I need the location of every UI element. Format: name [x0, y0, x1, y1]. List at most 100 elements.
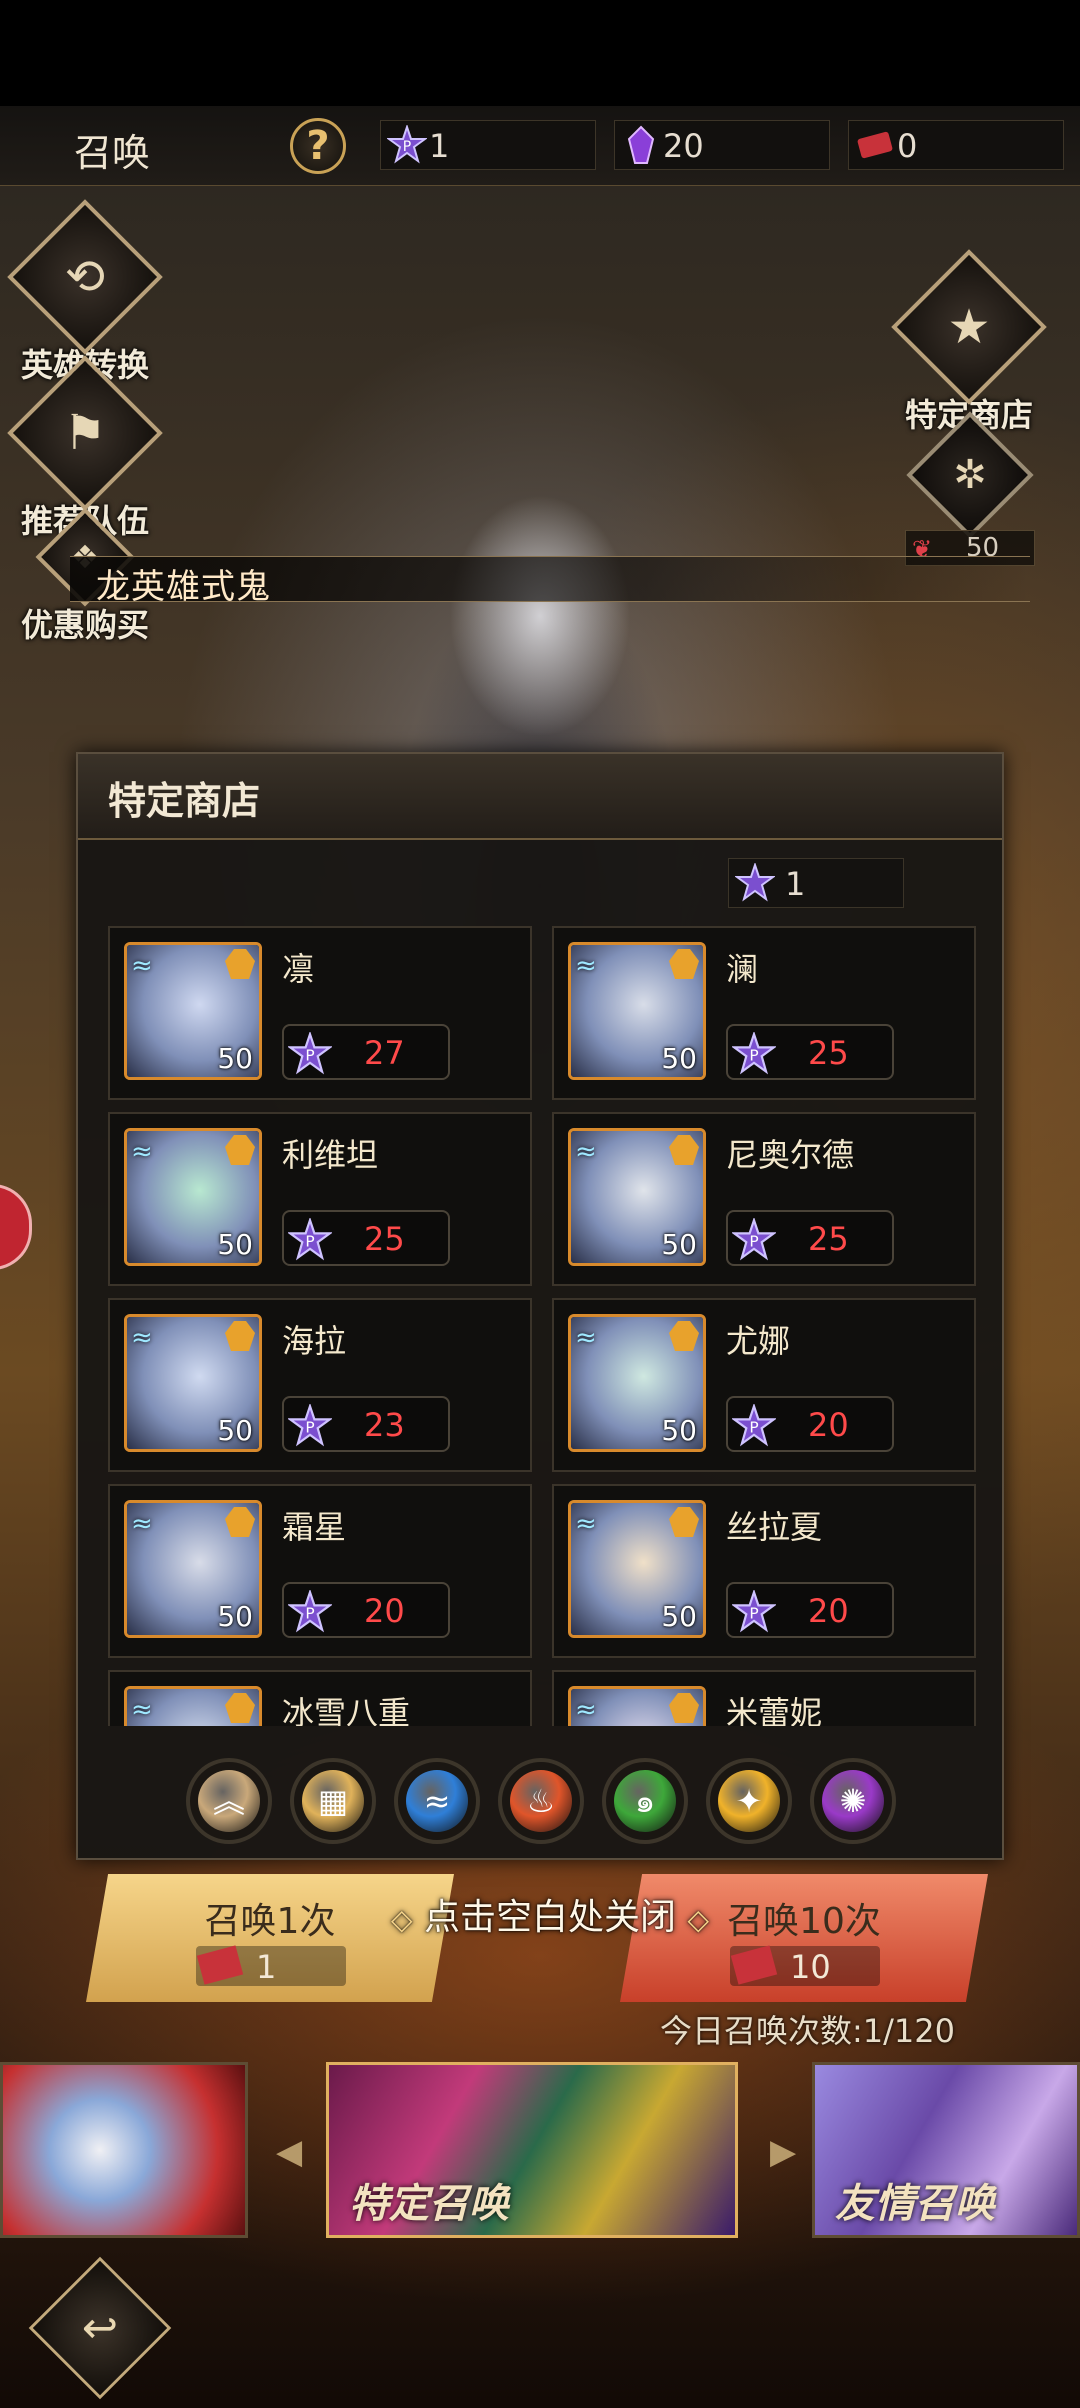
help-button[interactable]: ? — [290, 118, 346, 174]
hero-shop-item[interactable]: ≈50 霜星 P 20 — [108, 1484, 532, 1658]
wind-filter-button[interactable]: ๑ — [602, 1758, 688, 1844]
hero-name: 尼奥尔德 — [726, 1136, 855, 1174]
card-ticket-button[interactable]: ✲ ❦ 50 — [905, 411, 1035, 570]
svg-text:P: P — [305, 1233, 314, 1251]
fire-filter-icon: ♨ — [510, 1770, 572, 1832]
hero-level: 50 — [661, 1228, 697, 1261]
water-element-icon: ≈ — [131, 1137, 153, 1167]
purple-star-coin-icon: P — [732, 1404, 776, 1447]
banner-left[interactable] — [0, 2062, 248, 2238]
hero-price-button[interactable]: P 23 — [282, 1396, 450, 1452]
hero-level: 50 — [661, 1042, 697, 1075]
water-element-icon: ≈ — [131, 1509, 153, 1539]
water-element-icon: ≈ — [575, 1323, 597, 1353]
hero-name: 海拉 — [282, 1322, 347, 1360]
fire-filter-button[interactable]: ♨ — [498, 1758, 584, 1844]
hero-level: 50 — [217, 1228, 253, 1261]
hero-price-value: 25 — [808, 1220, 849, 1258]
element-filter-bar: ︽ ▦ ≈ ♨ ๑ ✦ ✺ — [78, 1758, 1002, 1854]
hero-shop-item[interactable]: ≈50 海拉 P 23 — [108, 1298, 532, 1472]
hero-portrait: ≈ — [568, 1686, 706, 1726]
convert-icon: ⟲ — [7, 199, 163, 355]
hero-shop-item[interactable]: ≈50 尼奥尔德 P 25 — [552, 1112, 976, 1286]
resource-star-coin[interactable]: P 1 — [380, 120, 596, 170]
special-shop-panel: 特定商店 1 ≈50 凛 P 27 ≈50 澜 P 25 ≈50 利维坦 P 25 ≈50 尼奥尔德 P 25… — [76, 752, 1004, 1860]
hero-price-button[interactable]: P 27 — [282, 1024, 450, 1080]
hero-price-value: 25 — [808, 1034, 849, 1072]
banner-friend-summon[interactable]: 友情召唤 — [812, 2062, 1080, 2238]
top-bar: 召唤 ? P 1 20 0 — [0, 106, 1080, 186]
hero-name: 澜 — [726, 950, 759, 988]
hero-portrait: ≈50 — [124, 1314, 262, 1452]
svg-text:P: P — [749, 1605, 758, 1623]
shop-balance: 1 — [728, 858, 904, 908]
purple-star-coin-icon: P — [288, 1032, 332, 1075]
flag-icon: ⚑ — [7, 355, 163, 511]
carousel-left-arrow[interactable]: ◀ — [276, 2132, 302, 2172]
all-filter-button[interactable]: ︽ — [186, 1758, 272, 1844]
hero-shop-item[interactable]: ≈50 澜 P 25 — [552, 926, 976, 1100]
hero-shop-item[interactable]: ≈ 冰雪八重 — [108, 1670, 532, 1726]
shop-title: 特定商店 — [108, 779, 261, 823]
hero-price-button[interactable]: P 25 — [726, 1024, 894, 1080]
purple-star-coin-icon: P — [387, 125, 427, 164]
purple-star-coin-icon: P — [732, 1218, 776, 1261]
purple-star-coin-icon: P — [288, 1218, 332, 1261]
hero-level: 50 — [661, 1600, 697, 1633]
purple-star-coin-icon: P — [732, 1032, 776, 1075]
hero-price-button[interactable]: P 25 — [726, 1210, 894, 1266]
hero-price-value: 25 — [364, 1220, 405, 1258]
hero-name: 利维坦 — [282, 1136, 379, 1174]
ticket-value: 0 — [897, 127, 918, 165]
red-ticket-icon — [730, 1945, 778, 1985]
hero-portrait: ≈ — [124, 1686, 262, 1726]
hero-portrait: ≈50 — [124, 1128, 262, 1266]
grid-filter-icon: ▦ — [302, 1770, 364, 1832]
today-summon-count: 今日召唤次数:1/120 — [660, 2012, 956, 2050]
water-element-icon: ≈ — [575, 1509, 597, 1539]
hero-hair — [420, 466, 660, 786]
dark-filter-button[interactable]: ✺ — [810, 1758, 896, 1844]
svg-text:P: P — [749, 1419, 758, 1437]
light-filter-button[interactable]: ✦ — [706, 1758, 792, 1844]
page-title: 召唤 — [74, 131, 151, 175]
hero-price-button[interactable]: P 20 — [726, 1582, 894, 1638]
grid-filter-button[interactable]: ▦ — [290, 1758, 376, 1844]
water-element-icon: ≈ — [131, 1323, 153, 1353]
water-filter-button[interactable]: ≈ — [394, 1758, 480, 1844]
hero-shop-item[interactable]: ≈ 米蕾妮 — [552, 1670, 976, 1726]
shop-header: 特定商店 — [78, 754, 1002, 840]
water-element-icon: ≈ — [131, 951, 153, 981]
purple-star-coin-icon: P — [732, 1590, 776, 1633]
hero-price-button[interactable]: P 20 — [726, 1396, 894, 1452]
hero-price-button[interactable]: P 20 — [282, 1582, 450, 1638]
purple-crystal-icon — [627, 125, 655, 164]
hero-price-value: 23 — [364, 1406, 405, 1444]
hero-portrait: ≈50 — [568, 1314, 706, 1452]
purple-star-coin-icon: P — [288, 1404, 332, 1447]
carousel-right-arrow[interactable]: ▶ — [770, 2132, 796, 2172]
hero-price-value: 20 — [364, 1592, 405, 1630]
hero-portrait: ≈50 — [568, 1500, 706, 1638]
hero-shop-item[interactable]: ≈50 利维坦 P 25 — [108, 1112, 532, 1286]
red-ticket-icon — [857, 131, 893, 159]
hero-shop-item[interactable]: ≈50 凛 P 27 — [108, 926, 532, 1100]
all-filter-icon: ︽ — [198, 1770, 260, 1832]
summon-banner-carousel: ◀ 特定召唤 ▶ 友情召唤 — [0, 2052, 1080, 2252]
diamond-left-icon: ◇ — [390, 1903, 413, 1936]
banner-special-summon[interactable]: 特定召唤 — [326, 2062, 738, 2238]
star-coin-value: 1 — [429, 127, 450, 165]
purple-star-coin-icon — [735, 863, 775, 902]
hero-shop-item[interactable]: ≈50 丝拉夏 P 20 — [552, 1484, 976, 1658]
hero-portrait: ≈50 — [568, 1128, 706, 1266]
hero-level: 50 — [217, 1414, 253, 1447]
hero-price-button[interactable]: P 25 — [282, 1210, 450, 1266]
hero-shop-item[interactable]: ≈50 尤娜 P 20 — [552, 1298, 976, 1472]
hero-name: 霜星 — [282, 1508, 347, 1546]
light-filter-icon: ✦ — [718, 1770, 780, 1832]
hero-level: 50 — [217, 1042, 253, 1075]
hero-name: 凛 — [282, 950, 315, 988]
resource-ticket[interactable]: 0 — [848, 120, 1064, 170]
hero-level: 50 — [661, 1414, 697, 1447]
resource-crystal[interactable]: 20 — [614, 120, 830, 170]
